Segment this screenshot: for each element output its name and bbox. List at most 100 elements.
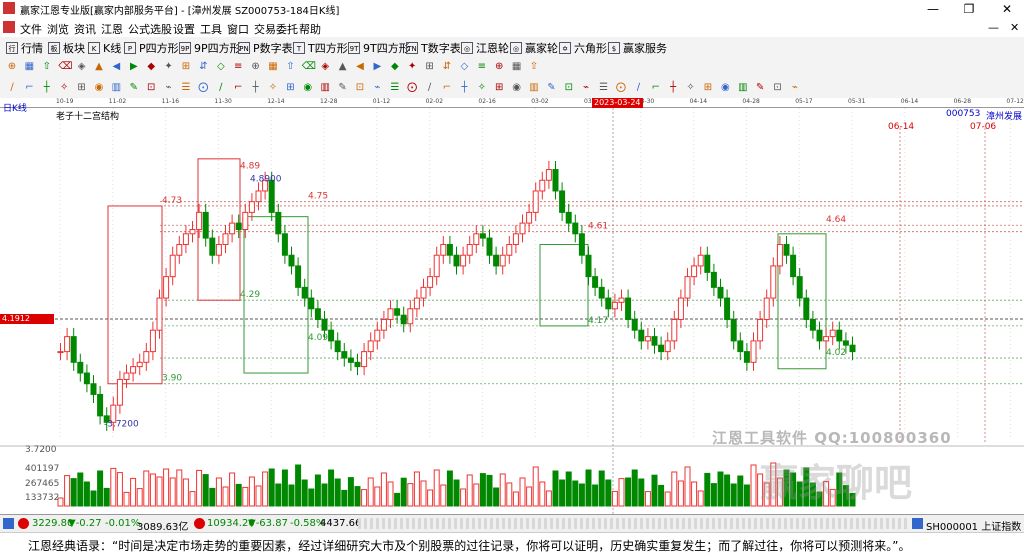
toolbar-p-square[interactable]: P P四方形 xyxy=(124,40,179,56)
tool-icon[interactable]: ⊕ xyxy=(250,61,262,73)
code-box[interactable]: SH000001 上证指数 xyxy=(926,518,1021,533)
tool-icon[interactable]: ▦ xyxy=(511,61,523,73)
tool-icon[interactable]: ┼ xyxy=(458,82,470,94)
tool-icon[interactable]: ⌐ xyxy=(441,82,453,94)
tool-icon[interactable]: ⌫ xyxy=(302,61,316,73)
menu-gann[interactable]: 江恩 xyxy=(101,21,123,37)
toolbar-t-square[interactable]: T T四方形 xyxy=(293,40,348,56)
tool-icon[interactable]: ◈ xyxy=(319,61,331,73)
tool-icon[interactable]: ⌐ xyxy=(232,82,244,94)
tool-icon[interactable]: ┼ xyxy=(41,82,53,94)
tool-icon[interactable]: ∕ xyxy=(424,82,436,94)
tool-icon[interactable]: ⊞ xyxy=(180,61,192,73)
tool-icon[interactable]: ▶ xyxy=(128,61,140,73)
menu-formula[interactable]: 公式选股 xyxy=(128,21,172,37)
tool-icon[interactable]: ⊡ xyxy=(772,82,784,94)
tool-icon[interactable]: ▥ xyxy=(737,82,749,94)
tool-icon[interactable]: ⇵ xyxy=(197,61,209,73)
tool-icon[interactable]: ✧ xyxy=(476,82,488,94)
tool-icon[interactable]: ▥ xyxy=(528,82,540,94)
tool-icon[interactable]: ⇵ xyxy=(441,61,453,73)
toolbar-kline[interactable]: K K线 xyxy=(88,40,121,56)
tool-icon[interactable]: ∕ xyxy=(6,82,18,94)
grid-icon[interactable] xyxy=(3,518,14,529)
tool-icon[interactable]: ⇧ xyxy=(41,61,53,73)
tool-icon[interactable]: ⇧ xyxy=(528,61,540,73)
tool-icon[interactable]: ⊞ xyxy=(424,61,436,73)
menu-settings[interactable]: 设置 xyxy=(173,21,195,37)
toolbar-hexagon[interactable]: ✡ 六角形 xyxy=(559,40,607,56)
tool-icon[interactable]: ✎ xyxy=(754,82,766,94)
tool-icon[interactable]: ☰ xyxy=(389,82,401,94)
tool-icon[interactable]: ✎ xyxy=(128,82,140,94)
tool-icon[interactable]: ⊕ xyxy=(6,61,18,73)
tool-icon[interactable]: ✎ xyxy=(545,82,557,94)
tool-icon[interactable]: ≡ xyxy=(476,61,488,73)
tool-icon[interactable]: ⌁ xyxy=(371,82,383,94)
toolbar-p-table[interactable]: PN P数字表 xyxy=(238,40,293,56)
tool-icon[interactable]: ▲ xyxy=(93,61,105,73)
menu-window[interactable]: 窗口 xyxy=(227,21,249,37)
tool-icon[interactable]: ◉ xyxy=(511,82,523,94)
close-button[interactable]: ✕ xyxy=(994,1,1020,17)
toolbar-service[interactable]: $ 赢家服务 xyxy=(608,40,667,56)
tool-icon[interactable]: ⨀ xyxy=(615,82,627,94)
tool-icon[interactable]: ⨀ xyxy=(197,82,209,94)
tool-icon[interactable]: ✦ xyxy=(163,61,175,73)
tool-icon[interactable]: ⊡ xyxy=(145,82,157,94)
tool-icon[interactable]: ⌫ xyxy=(58,61,72,73)
toolbar-winner-wheel[interactable]: ◎ 赢家轮 xyxy=(510,40,558,56)
tool-icon[interactable]: ◇ xyxy=(458,61,470,73)
ticker-scroll[interactable] xyxy=(358,518,908,529)
tool-icon[interactable]: ◉ xyxy=(302,82,314,94)
tool-icon[interactable]: ⌐ xyxy=(23,82,35,94)
tool-icon[interactable]: ⇧ xyxy=(284,61,296,73)
tool-icon[interactable]: ◇ xyxy=(215,61,227,73)
menu-news[interactable]: 资讯 xyxy=(74,21,96,37)
tool-icon[interactable]: ▥ xyxy=(110,82,122,94)
toolbar-sector[interactable]: 板板块 xyxy=(48,40,85,56)
minimize-button[interactable]: — xyxy=(920,1,946,17)
tool-icon[interactable]: ✦ xyxy=(406,61,418,73)
tool-icon[interactable]: ⨀ xyxy=(406,82,418,94)
mdi-minimize-button[interactable]: — xyxy=(988,21,999,34)
tool-icon[interactable]: ▦ xyxy=(23,61,35,73)
tool-icon[interactable]: ◀ xyxy=(354,61,366,73)
tool-icon[interactable]: ✧ xyxy=(58,82,70,94)
tool-icon[interactable]: ◈ xyxy=(76,61,88,73)
tool-icon[interactable]: ◆ xyxy=(145,61,157,73)
tool-icon[interactable]: ⊡ xyxy=(354,82,366,94)
mdi-close-button[interactable]: ✕ xyxy=(1010,21,1019,34)
tool-icon[interactable]: ◀ xyxy=(110,61,122,73)
tool-icon[interactable]: ┼ xyxy=(250,82,262,94)
tool-icon[interactable]: ✎ xyxy=(337,82,349,94)
tool-icon[interactable]: ☰ xyxy=(598,82,610,94)
tool-icon[interactable]: ▲ xyxy=(337,61,349,73)
toolbar-gann-wheel[interactable]: ◎ 江恩轮 xyxy=(461,40,509,56)
tool-icon[interactable]: ⊡ xyxy=(563,82,575,94)
tool-icon[interactable]: ⊞ xyxy=(493,82,505,94)
tool-icon[interactable]: ≡ xyxy=(232,61,244,73)
tool-icon[interactable]: ⌁ xyxy=(580,82,592,94)
tool-icon[interactable]: ☰ xyxy=(180,82,192,94)
tool-icon[interactable]: ✧ xyxy=(267,82,279,94)
tool-icon[interactable]: ┼ xyxy=(667,82,679,94)
tool-icon[interactable]: ◉ xyxy=(719,82,731,94)
menu-browse[interactable]: 浏览 xyxy=(47,21,69,37)
tool-icon[interactable]: ✧ xyxy=(685,82,697,94)
tool-icon[interactable]: ▶ xyxy=(371,61,383,73)
toolbar-t-table[interactable]: TN T数字表 xyxy=(406,40,461,56)
toolbar-9t-square[interactable]: 9T 9T四方形 xyxy=(348,40,410,56)
tool-icon[interactable]: ∕ xyxy=(632,82,644,94)
tool-icon[interactable]: ⌐ xyxy=(650,82,662,94)
tool-icon[interactable]: ⊞ xyxy=(284,82,296,94)
menu-tools[interactable]: 工具 xyxy=(200,21,222,37)
tool-icon[interactable]: ⌁ xyxy=(789,82,801,94)
toolbar-9p-square[interactable]: 9P 9P四方形 xyxy=(179,40,241,56)
tool-icon[interactable]: ◆ xyxy=(389,61,401,73)
tool-icon[interactable]: ⊕ xyxy=(493,61,505,73)
tool-icon[interactable]: ⌁ xyxy=(163,82,175,94)
tool-icon[interactable]: ▥ xyxy=(319,82,331,94)
tool-icon[interactable]: ∕ xyxy=(215,82,227,94)
restore-button[interactable]: ❐ xyxy=(956,1,982,17)
